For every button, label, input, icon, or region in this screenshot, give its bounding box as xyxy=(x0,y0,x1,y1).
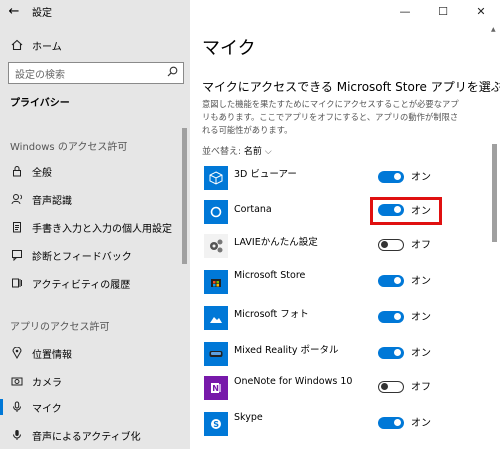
toggle-state-label: オン xyxy=(411,172,431,183)
privacy-heading: プライバシー xyxy=(10,98,70,109)
scroll-up-arrow-icon[interactable]: ▲ xyxy=(491,26,496,33)
location-icon xyxy=(10,346,24,360)
app-name: Microsoft Store xyxy=(234,270,306,281)
toggle-state-label: オフ xyxy=(411,240,431,251)
toggle-state-label: オン xyxy=(411,348,431,359)
search-icon[interactable] xyxy=(167,66,178,80)
toggle-3d-viewer[interactable] xyxy=(378,171,404,183)
title-bar-right: — ☐ ✕ xyxy=(190,0,500,22)
app-name: LAVIEかんたん設定 xyxy=(234,237,318,248)
cube-icon xyxy=(204,166,228,190)
sidebar-item-label: 音声によるアクティブ化 xyxy=(32,431,141,443)
sidebar: ホーム 設定の検索 プライバシー Windows のアクセス許可 全般 音声認識… xyxy=(0,22,190,449)
back-arrow-icon[interactable]: ← xyxy=(0,0,28,22)
app-name: Microsoft フォト xyxy=(234,309,309,320)
windows-permissions-heading: Windows のアクセス許可 xyxy=(10,142,128,153)
sidebar-item-speech[interactable]: 音声認識 xyxy=(0,188,178,210)
gears-icon xyxy=(204,234,228,258)
toggle-state-label: オン xyxy=(411,312,431,323)
app-row-skype: S Skype オン xyxy=(202,412,492,440)
main-scrollbar[interactable] xyxy=(492,144,497,242)
toggle-mixed-reality[interactable] xyxy=(378,347,404,359)
home-icon xyxy=(10,38,24,52)
headset-icon xyxy=(204,342,228,366)
app-name: OneNote for Windows 10 xyxy=(234,376,353,387)
toggle-state-label: オン xyxy=(411,276,431,287)
app-name: Cortana xyxy=(234,204,272,215)
title-bar-left: ← 設定 xyxy=(0,0,190,22)
sidebar-item-location[interactable]: 位置情報 xyxy=(0,342,178,364)
toggle-lavie[interactable] xyxy=(378,239,404,251)
skype-icon: S xyxy=(204,412,228,436)
sidebar-item-label: ホーム xyxy=(32,41,62,53)
sidebar-item-label: 全般 xyxy=(32,167,52,179)
toggle-microsoft-store[interactable] xyxy=(378,275,404,287)
app-row-microsoft-store: Microsoft Store オン xyxy=(202,270,492,298)
lock-icon xyxy=(10,164,24,178)
sidebar-item-label: 音声認識 xyxy=(32,195,72,207)
app-row-mixed-reality: Mixed Reality ポータル オン xyxy=(202,342,492,370)
app-row-cortana: Cortana オン xyxy=(202,197,492,228)
store-icon xyxy=(204,270,228,294)
chevron-down-icon: ⌵ xyxy=(264,147,272,157)
sort-value: 名前 xyxy=(243,147,262,157)
sidebar-item-general[interactable]: 全般 xyxy=(0,160,178,182)
app-name: Mixed Reality ポータル xyxy=(234,345,339,356)
sidebar-item-label: 位置情報 xyxy=(32,349,72,361)
sidebar-item-microphone[interactable]: マイク xyxy=(0,396,178,418)
section-description: 意図した機能を果たすためにマイクにアクセスすることが必要なアプリもあります。ここ… xyxy=(202,99,459,135)
sidebar-item-voice-activation[interactable]: 音声によるアクティブ化 xyxy=(0,424,178,446)
minimize-icon[interactable]: — xyxy=(386,0,424,22)
sidebar-item-label: 診断とフィードバック xyxy=(32,251,132,263)
camera-icon xyxy=(10,374,24,388)
title-bar: ← 設定 — ☐ ✕ xyxy=(0,0,500,22)
sidebar-item-activity-history[interactable]: アクティビティの履歴 xyxy=(0,272,178,294)
sort-label: 並べ替え: xyxy=(202,147,242,157)
mic-icon xyxy=(10,400,24,414)
main-content: マイク マイクにアクセスできる Microsoft Store アプリを選ぶ 意… xyxy=(190,22,500,449)
history-icon xyxy=(10,276,24,290)
section-title: マイクにアクセスできる Microsoft Store アプリを選ぶ xyxy=(202,80,500,94)
app-row-lavie: LAVIEかんたん設定 オフ xyxy=(202,234,492,262)
toggle-skype[interactable] xyxy=(378,417,404,429)
close-icon[interactable]: ✕ xyxy=(462,0,500,22)
photos-icon xyxy=(204,306,228,330)
app-row-microsoft-photos: Microsoft フォト オン xyxy=(202,306,492,334)
sidebar-item-handwriting[interactable]: 手書き入力と入力の個人用設定 xyxy=(0,216,178,238)
maximize-icon[interactable]: ☐ xyxy=(424,0,462,22)
toggle-cortana[interactable] xyxy=(378,204,404,216)
cortana-icon xyxy=(204,200,228,224)
toggle-state-label: オフ xyxy=(411,382,431,393)
feedback-icon xyxy=(10,248,24,262)
sidebar-scrollbar[interactable] xyxy=(182,128,187,264)
sidebar-item-diagnostics[interactable]: 診断とフィードバック xyxy=(0,244,178,266)
app-row-onenote: N OneNote for Windows 10 オフ xyxy=(202,376,492,404)
search-input[interactable]: 設定の検索 xyxy=(8,62,184,84)
sidebar-item-label: カメラ xyxy=(32,377,62,389)
toggle-onenote[interactable] xyxy=(378,381,404,393)
search-placeholder: 設定の検索 xyxy=(15,69,65,81)
sort-dropdown[interactable]: 並べ替え: 名前 ⌵ xyxy=(202,144,272,157)
page-title: マイク xyxy=(202,38,256,59)
window-title: 設定 xyxy=(32,7,52,19)
sidebar-item-label: マイク xyxy=(32,403,62,415)
svg-text:N: N xyxy=(212,384,219,393)
toggle-state-label: オン xyxy=(411,418,431,429)
sidebar-item-label: 手書き入力と入力の個人用設定 xyxy=(32,223,172,235)
app-row-3d-viewer: 3D ビューアー オン xyxy=(202,166,492,194)
speech-icon xyxy=(10,192,24,206)
app-permissions-heading: アプリのアクセス許可 xyxy=(10,322,110,333)
svg-text:S: S xyxy=(213,420,219,429)
toggle-microsoft-photos[interactable] xyxy=(378,311,404,323)
toggle-state-label: オン xyxy=(411,206,431,217)
app-name: 3D ビューアー xyxy=(234,169,297,180)
sidebar-item-camera[interactable]: カメラ xyxy=(0,370,178,392)
onenote-icon: N xyxy=(204,376,228,400)
mic-active-icon xyxy=(10,428,24,442)
sidebar-item-home[interactable]: ホーム xyxy=(0,34,178,56)
app-name: Skype xyxy=(234,412,263,423)
clipboard-icon xyxy=(10,220,24,234)
sidebar-item-label: アクティビティの履歴 xyxy=(32,279,131,291)
